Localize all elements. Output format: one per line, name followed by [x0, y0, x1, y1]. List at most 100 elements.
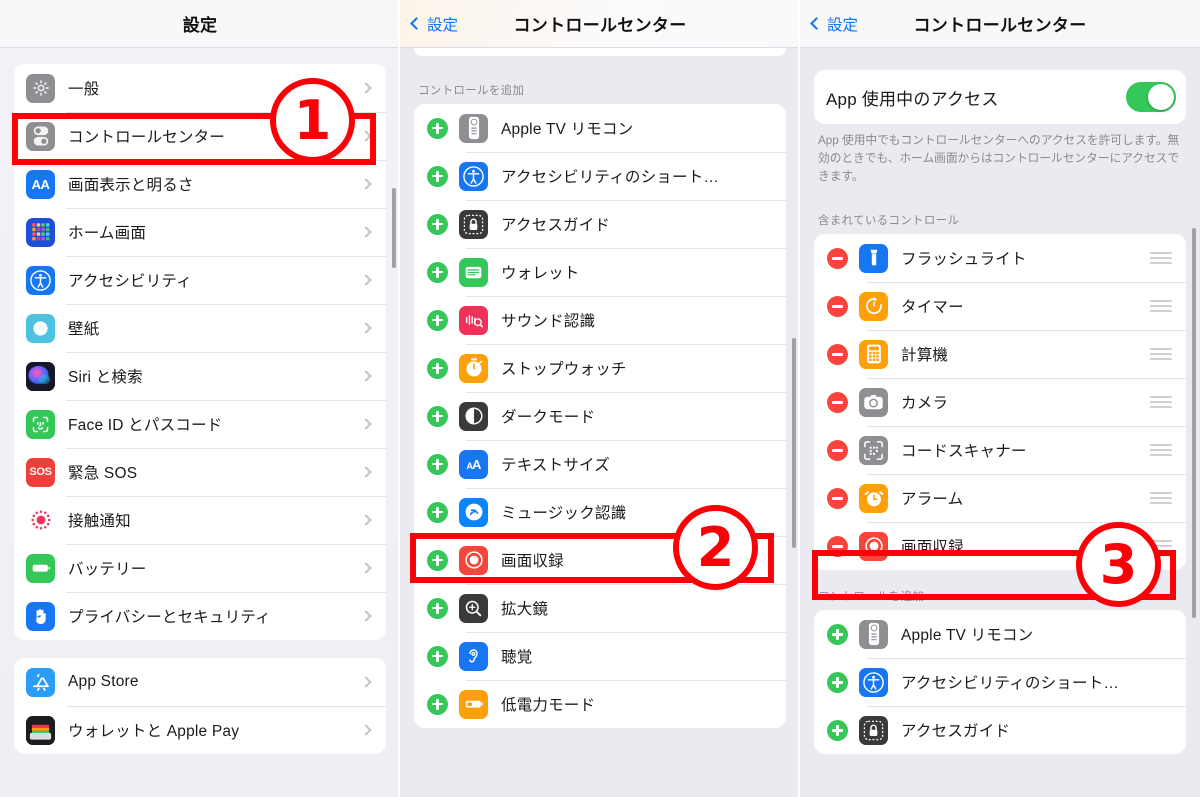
shazam-icon — [459, 497, 488, 527]
panel3-back-button[interactable]: 設定 — [810, 13, 858, 35]
timer-icon — [859, 291, 888, 321]
row-label: 計算機 — [901, 347, 949, 365]
table-row[interactable]: AA 画面表示と明るさ — [14, 160, 386, 208]
panel2-navbar: 設定 コントロールセンター — [400, 0, 800, 48]
app-store-icon — [26, 667, 55, 697]
row-label: Apple TV リモコン — [501, 121, 634, 138]
table-row[interactable]: アクセスガイド — [414, 200, 786, 248]
drag-handle-icon[interactable] — [1150, 300, 1172, 313]
table-row[interactable]: AA テキストサイズ — [414, 440, 786, 488]
screen-record-icon — [459, 545, 488, 575]
row-app-access[interactable]: App 使用中のアクセス — [814, 70, 1186, 124]
row-label: サウンド認識 — [501, 313, 596, 330]
remove-control-button[interactable] — [827, 391, 848, 413]
table-row[interactable]: サウンド認識 — [414, 296, 786, 344]
table-row[interactable]: Siri と検索 — [14, 352, 386, 400]
table-row[interactable]: 計算機 — [814, 330, 1186, 379]
add-control-button[interactable] — [427, 597, 448, 619]
drag-handle-icon[interactable] — [1150, 252, 1172, 265]
table-row[interactable]: 低電力モード — [414, 680, 786, 728]
table-row[interactable]: 接触通知 — [14, 496, 386, 544]
panel1-scrollbar[interactable] — [392, 188, 396, 268]
drag-handle-icon[interactable] — [1150, 348, 1172, 361]
app-access-toggle[interactable] — [1126, 82, 1176, 112]
panel2-scrollbar[interactable] — [792, 338, 796, 548]
remove-control-button[interactable] — [827, 535, 848, 557]
chevron-right-icon — [360, 82, 372, 94]
table-row[interactable]: コントロールセンター — [14, 112, 386, 160]
drag-handle-icon[interactable] — [1150, 540, 1172, 553]
table-row[interactable]: カメラ — [814, 378, 1186, 427]
panel2-partial-card-top — [414, 48, 786, 56]
table-row[interactable]: 画面収録 — [814, 522, 1186, 571]
drag-handle-icon[interactable] — [1150, 396, 1172, 409]
add-control-button[interactable] — [827, 719, 848, 741]
table-row[interactable]: バッテリー — [14, 544, 386, 592]
table-row[interactable]: 拡大鏡 — [414, 584, 786, 632]
table-row[interactable]: Apple TV リモコン — [414, 104, 786, 152]
guided-access-icon — [459, 209, 488, 239]
screen-record-icon — [859, 531, 888, 561]
add-control-button[interactable] — [427, 453, 448, 475]
add-control-button[interactable] — [427, 261, 448, 283]
table-row[interactable]: フラッシュライト — [814, 234, 1186, 283]
panel3-navbar: 設定 コントロールセンター — [800, 0, 1200, 48]
remove-control-button[interactable] — [827, 343, 848, 365]
chevron-left-icon — [810, 17, 823, 30]
table-row[interactable]: 聴覚 — [414, 632, 786, 680]
table-row[interactable]: ストップウォッチ — [414, 344, 786, 392]
table-row[interactable]: アクセシビリティ — [14, 256, 386, 304]
add-control-button[interactable] — [427, 405, 448, 427]
table-row[interactable]: App Store — [14, 658, 386, 706]
table-row[interactable]: タイマー — [814, 282, 1186, 331]
table-row[interactable]: 画面収録 — [414, 536, 786, 584]
table-row[interactable]: ダークモード — [414, 392, 786, 440]
included-controls-header: 含まれているコントロール — [818, 215, 960, 228]
panel2-back-button[interactable]: 設定 — [410, 13, 458, 35]
drag-handle-icon[interactable] — [1150, 444, 1172, 457]
table-row[interactable]: アクセスガイド — [814, 706, 1186, 755]
add-control-button[interactable] — [427, 309, 448, 331]
table-row[interactable]: Face ID とパスコード — [14, 400, 386, 448]
add-control-button[interactable] — [427, 165, 448, 187]
table-row[interactable]: ウォレットと Apple Pay — [14, 706, 386, 754]
add-control-button[interactable] — [427, 549, 448, 571]
panel3-scrollbar[interactable] — [1192, 228, 1196, 618]
add-control-button[interactable] — [427, 501, 448, 523]
table-row[interactable]: ウォレット — [414, 248, 786, 296]
table-row[interactable]: ミュージック認識 — [414, 488, 786, 536]
table-row[interactable]: Apple TV リモコン — [814, 610, 1186, 659]
add-control-button[interactable] — [827, 671, 848, 693]
remove-control-button[interactable] — [827, 295, 848, 317]
row-label: コードスキャナー — [901, 443, 1027, 461]
table-row[interactable]: 一般 — [14, 64, 386, 112]
table-row[interactable]: ホーム画面 — [14, 208, 386, 256]
add-control-button[interactable] — [427, 117, 448, 139]
panel1-navbar: 設定 — [0, 0, 400, 48]
panel2-scroll-body[interactable]: コントロールを追加 Apple TV リモコン アクセシビリティのショート… アクセ… — [400, 48, 800, 797]
add-control-button[interactable] — [427, 213, 448, 235]
panel1-scroll-body[interactable]: 一般 コントロールセンター AA 画面表示と明るさ ホーム画面 アクセシビリティ 壁紙 Sir… — [0, 48, 400, 797]
table-row[interactable]: アラーム — [814, 474, 1186, 523]
add-control-button[interactable] — [427, 357, 448, 379]
panel3-add-header: コントロールを追加 — [818, 591, 925, 604]
table-row[interactable]: プライバシーとセキュリティ — [14, 592, 386, 640]
chevron-right-icon — [360, 514, 372, 526]
panel3-scroll-body[interactable]: App 使用中のアクセス App 使用中でもコントロールセンターへのアクセスを許… — [800, 48, 1200, 797]
remove-control-button[interactable] — [827, 439, 848, 461]
remove-control-button[interactable] — [827, 487, 848, 509]
drag-handle-icon[interactable] — [1150, 492, 1172, 505]
wallet-icon — [26, 715, 55, 745]
table-row[interactable]: アクセシビリティのショート… — [414, 152, 786, 200]
table-row[interactable]: 壁紙 — [14, 304, 386, 352]
table-row[interactable]: コードスキャナー — [814, 426, 1186, 475]
row-label: 緊急 SOS — [68, 465, 138, 482]
panel3-title: コントロールセンター — [913, 16, 1087, 35]
add-control-button[interactable] — [427, 645, 448, 667]
remove-control-button[interactable] — [827, 247, 848, 269]
table-row[interactable]: アクセシビリティのショート… — [814, 658, 1186, 707]
app-access-footnote: App 使用中でもコントロールセンターへのアクセスを許可します。無効のときでも、… — [818, 134, 1180, 184]
table-row[interactable]: SOS 緊急 SOS — [14, 448, 386, 496]
add-control-button[interactable] — [427, 693, 448, 715]
add-control-button[interactable] — [827, 623, 848, 645]
